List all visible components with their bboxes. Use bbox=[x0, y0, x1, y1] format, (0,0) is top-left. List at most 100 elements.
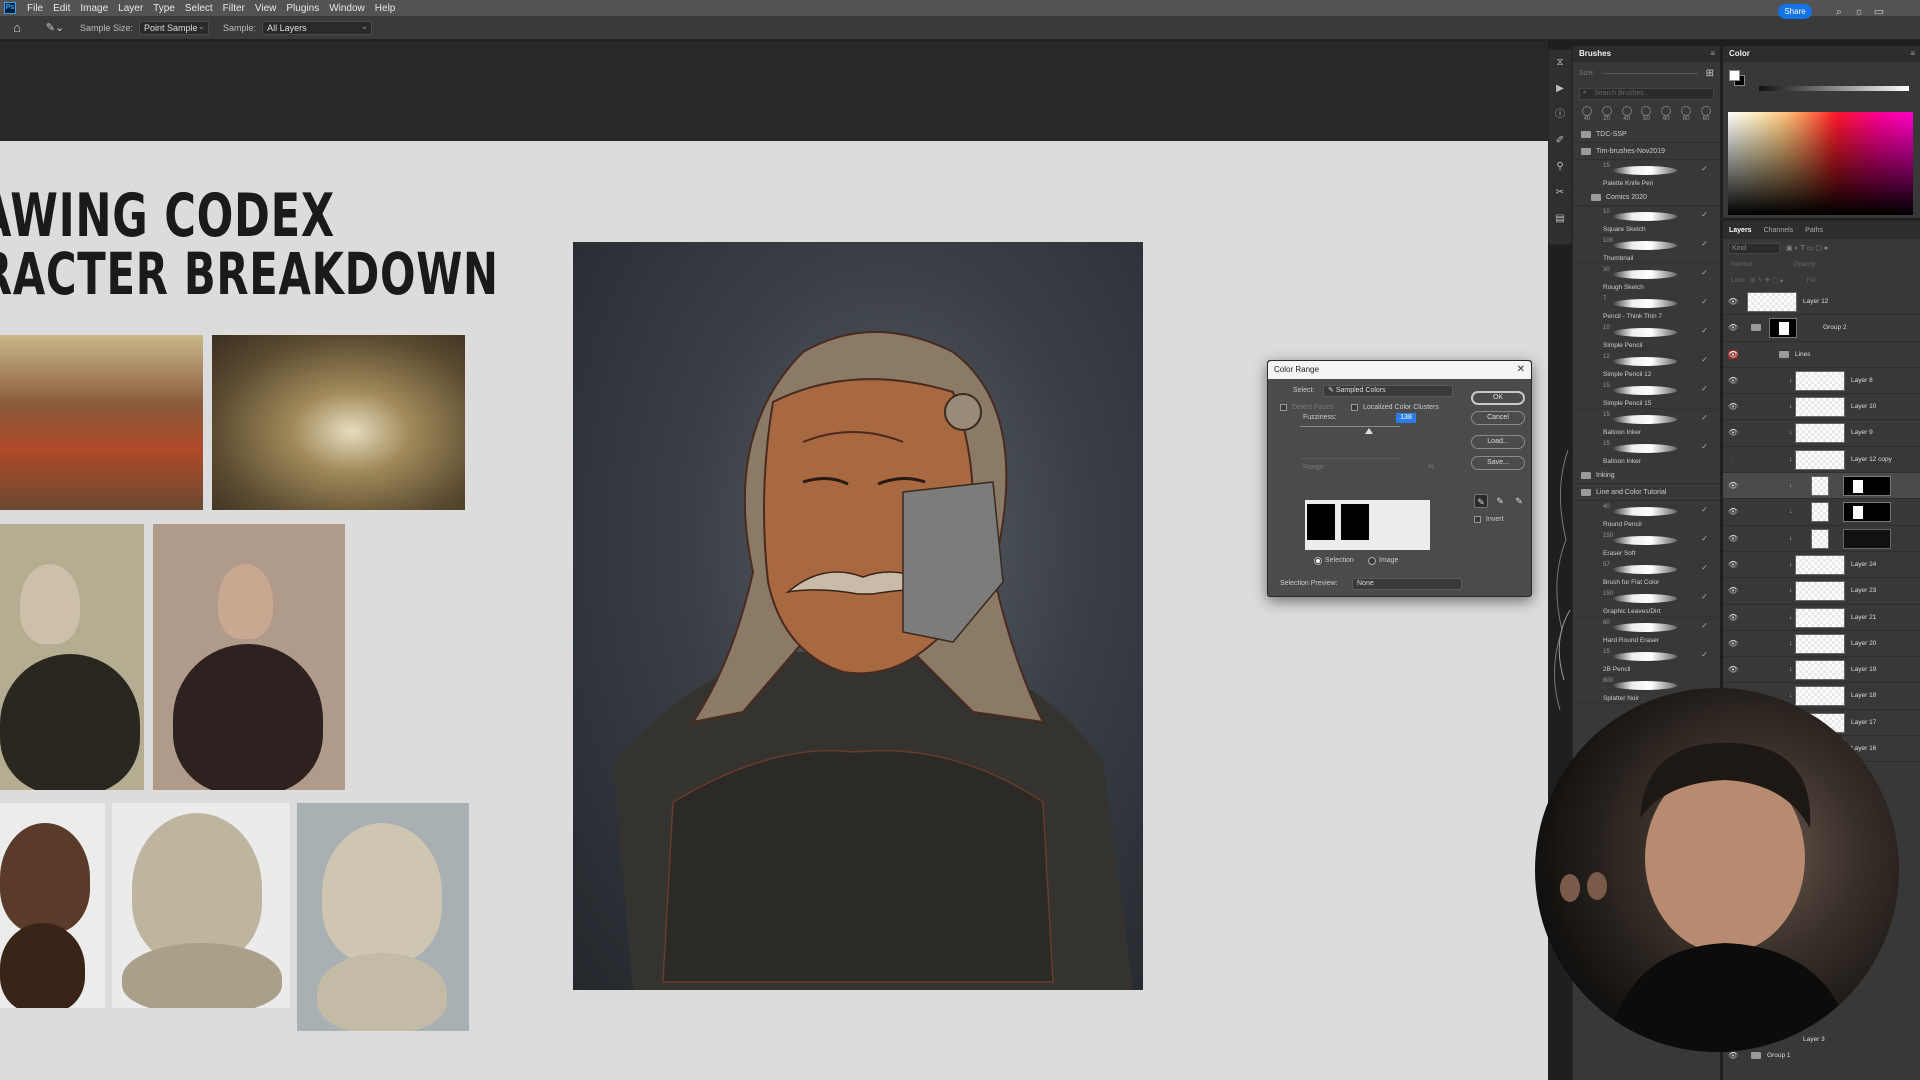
tab-layers[interactable]: Layers bbox=[1729, 227, 1752, 234]
panel-menu-icon[interactable]: ≡ bbox=[1710, 46, 1715, 62]
visibility-eye-icon[interactable]: 👁︎ bbox=[1728, 560, 1738, 569]
brush-item[interactable]: 100 Thumbnail ✓ bbox=[1573, 235, 1720, 264]
recent-brush[interactable]: 60 bbox=[1679, 106, 1693, 124]
brushes-tab[interactable]: Brushes ≡ bbox=[1573, 46, 1720, 62]
recent-brush[interactable]: 40 bbox=[1580, 106, 1594, 124]
brush-item[interactable]: 15 Balloon Inker ✓ bbox=[1573, 409, 1720, 438]
visibility-eye-icon[interactable]: 👁︎ bbox=[1728, 323, 1738, 332]
brush-item[interactable]: 150 Eraser Soft ✓ bbox=[1573, 530, 1720, 559]
select-dropdown[interactable]: ✎ Sampled Colors bbox=[1323, 385, 1453, 397]
detect-faces-checkbox[interactable] bbox=[1280, 404, 1287, 411]
layer-row[interactable]: 👁︎ ↓ Layer 8 bbox=[1723, 368, 1920, 395]
brush-folder[interactable]: Tim-brushes-Nov2019 bbox=[1573, 143, 1720, 160]
menu-view[interactable]: View bbox=[250, 3, 282, 14]
color-spectrum-picker[interactable] bbox=[1728, 112, 1913, 215]
history-icon[interactable]: ⧖ bbox=[1549, 50, 1571, 76]
eyedropper-icon[interactable]: ✎ bbox=[1474, 494, 1488, 508]
brush-item[interactable]: 40 Round Pencil ✓ bbox=[1573, 501, 1720, 530]
brush-item[interactable]: 15 Balloon Inker ✓ bbox=[1573, 438, 1720, 467]
layer-row[interactable]: 👁︎ ↓ Layer 19 bbox=[1723, 657, 1920, 684]
recent-brush[interactable]: 60 bbox=[1699, 106, 1713, 124]
visibility-eye-icon[interactable]: 👁︎ bbox=[1728, 613, 1738, 622]
close-icon[interactable]: ✕ bbox=[1517, 361, 1525, 379]
brush-folder[interactable]: Line and Color Tutorial bbox=[1573, 484, 1720, 501]
menu-type[interactable]: Type bbox=[148, 3, 180, 14]
visibility-eye-icon[interactable]: ▫ bbox=[1728, 455, 1738, 464]
brush-folder[interactable]: Inking bbox=[1573, 467, 1720, 484]
panel-menu-icon[interactable]: ≡ bbox=[1910, 46, 1915, 62]
menu-filter[interactable]: Filter bbox=[218, 3, 250, 14]
brush-item[interactable]: 30 Rough Sketch ✓ bbox=[1573, 264, 1720, 293]
visibility-eye-icon[interactable]: 👁︎ bbox=[1728, 297, 1738, 306]
visibility-eye-icon[interactable]: 👁︎ bbox=[1728, 507, 1738, 516]
menu-help[interactable]: Help bbox=[370, 3, 401, 14]
brush-item[interactable]: 7 Pencil - Think Thin 7 ✓ bbox=[1573, 293, 1720, 322]
filter-icons[interactable]: ▣ ◐ T ▭ ▢ ● bbox=[1786, 244, 1828, 252]
document-canvas[interactable]: AWING CODEX RACTER BREAKDOWN bbox=[0, 141, 1548, 1080]
menu-edit[interactable]: Edit bbox=[48, 3, 75, 14]
brush-search-input[interactable]: Search Brushes bbox=[1579, 88, 1714, 100]
share-button[interactable]: Share bbox=[1778, 4, 1812, 19]
tool-presets-icon[interactable]: ✂ bbox=[1549, 180, 1571, 206]
info-icon[interactable]: ⓘ bbox=[1549, 102, 1571, 128]
brush-settings-icon[interactable]: ✐ bbox=[1549, 128, 1571, 154]
layer-row[interactable]: 👁︎ ↓ Layer 10 bbox=[1723, 394, 1920, 421]
clone-source-icon[interactable]: ⚲ bbox=[1549, 154, 1571, 180]
ok-button[interactable]: OK bbox=[1471, 391, 1525, 405]
layer-row[interactable]: 👁︎ Layer 12 bbox=[1723, 289, 1920, 316]
actions-play-icon[interactable]: ▶ bbox=[1549, 76, 1571, 102]
fuzziness-slider-thumb[interactable] bbox=[1365, 428, 1373, 434]
brush-subfolder[interactable]: Comics 2020 bbox=[1573, 189, 1720, 206]
layer-row[interactable]: 👁︎ ↓ bbox=[1723, 499, 1920, 526]
visibility-eye-icon[interactable]: 👁︎ bbox=[1728, 402, 1738, 411]
recent-brush[interactable]: 60 bbox=[1659, 106, 1673, 124]
brush-folder[interactable]: TDC-SSP bbox=[1573, 126, 1720, 143]
brush-item[interactable]: 15 2B Pencil ✓ bbox=[1573, 646, 1720, 675]
layer-row[interactable]: 👁︎ ↓ bbox=[1723, 473, 1920, 500]
color-tab[interactable]: Color ≡ bbox=[1723, 46, 1920, 62]
localized-clusters-checkbox[interactable] bbox=[1351, 404, 1358, 411]
layer-kind-filter[interactable]: Kind bbox=[1728, 242, 1780, 254]
layer-row[interactable]: 👁︎ ↓ Layer 21 bbox=[1723, 605, 1920, 631]
selection-preview-dropdown[interactable]: None bbox=[1352, 578, 1462, 590]
eyedropper-tool-icon[interactable]: ✎⌄ bbox=[44, 19, 66, 37]
load-button[interactable]: Load... bbox=[1471, 435, 1525, 449]
recent-brush[interactable]: 20 bbox=[1600, 106, 1614, 124]
layer-group-row[interactable]: 👁︎ Group 2 bbox=[1723, 315, 1920, 342]
visibility-eye-icon[interactable]: 👁︎ bbox=[1728, 639, 1738, 648]
menu-file[interactable]: File bbox=[22, 3, 48, 14]
menu-plugins[interactable]: Plugins bbox=[281, 3, 324, 14]
invert-checkbox[interactable] bbox=[1474, 516, 1481, 523]
character-artwork[interactable] bbox=[573, 242, 1143, 990]
brush-item[interactable]: 15 Palette Knife Pen ✓ bbox=[1573, 160, 1720, 189]
sample-select[interactable]: All Layers bbox=[262, 20, 373, 35]
sample-size-select[interactable]: Point Sample bbox=[139, 20, 210, 35]
blend-mode-row[interactable]: Normal Opacity: bbox=[1723, 257, 1920, 273]
search-icon[interactable]: ⌕ bbox=[1832, 5, 1846, 19]
lock-row[interactable]: Lock: ⊞ ✎ ✥ ▢ 🔒︎ Fill: bbox=[1723, 273, 1920, 289]
brush-item[interactable]: 10 Simple Pencil ✓ bbox=[1573, 322, 1720, 351]
layer-row[interactable]: ▫ ↓ Layer 12 copy bbox=[1723, 447, 1920, 474]
brush-item[interactable]: 10 Square Sketch ✓ bbox=[1573, 206, 1720, 235]
brush-item[interactable]: 57 Brush for Flat Color ✓ bbox=[1573, 559, 1720, 588]
menu-image[interactable]: Image bbox=[75, 3, 113, 14]
brush-item[interactable]: 150 Graphic Leaves/Dirt ✓ bbox=[1573, 588, 1720, 617]
brush-size-slider[interactable] bbox=[1602, 72, 1698, 74]
brush-item[interactable]: 12 Simple Pencil 12 ✓ bbox=[1573, 351, 1720, 380]
visibility-eye-icon[interactable]: 👁︎ bbox=[1728, 586, 1738, 595]
menu-layer[interactable]: Layer bbox=[113, 3, 148, 14]
layer-row[interactable]: 👁︎ ↓ Layer 24 bbox=[1723, 552, 1920, 579]
eyedropper-subtract-icon[interactable]: ✎ bbox=[1512, 494, 1526, 508]
visibility-eye-icon[interactable]: 👁︎ bbox=[1728, 349, 1738, 359]
tab-paths[interactable]: Paths bbox=[1805, 227, 1823, 234]
visibility-eye-icon[interactable]: 👁︎ bbox=[1728, 481, 1738, 490]
tab-channels[interactable]: Channels bbox=[1764, 227, 1794, 234]
eyedropper-add-icon[interactable]: ✎ bbox=[1493, 494, 1507, 508]
layer-row[interactable]: 👁︎ ↓ Layer 23 bbox=[1723, 578, 1920, 605]
visibility-eye-icon[interactable]: 👁︎ bbox=[1728, 534, 1738, 543]
fuzziness-input[interactable]: 138 bbox=[1396, 413, 1416, 423]
recent-brush[interactable]: 50 bbox=[1639, 106, 1653, 124]
new-brush-icon[interactable]: ⊞ bbox=[1706, 68, 1714, 79]
menu-select[interactable]: Select bbox=[180, 3, 218, 14]
layer-group-row[interactable]: 👁︎ Lines bbox=[1723, 342, 1920, 368]
